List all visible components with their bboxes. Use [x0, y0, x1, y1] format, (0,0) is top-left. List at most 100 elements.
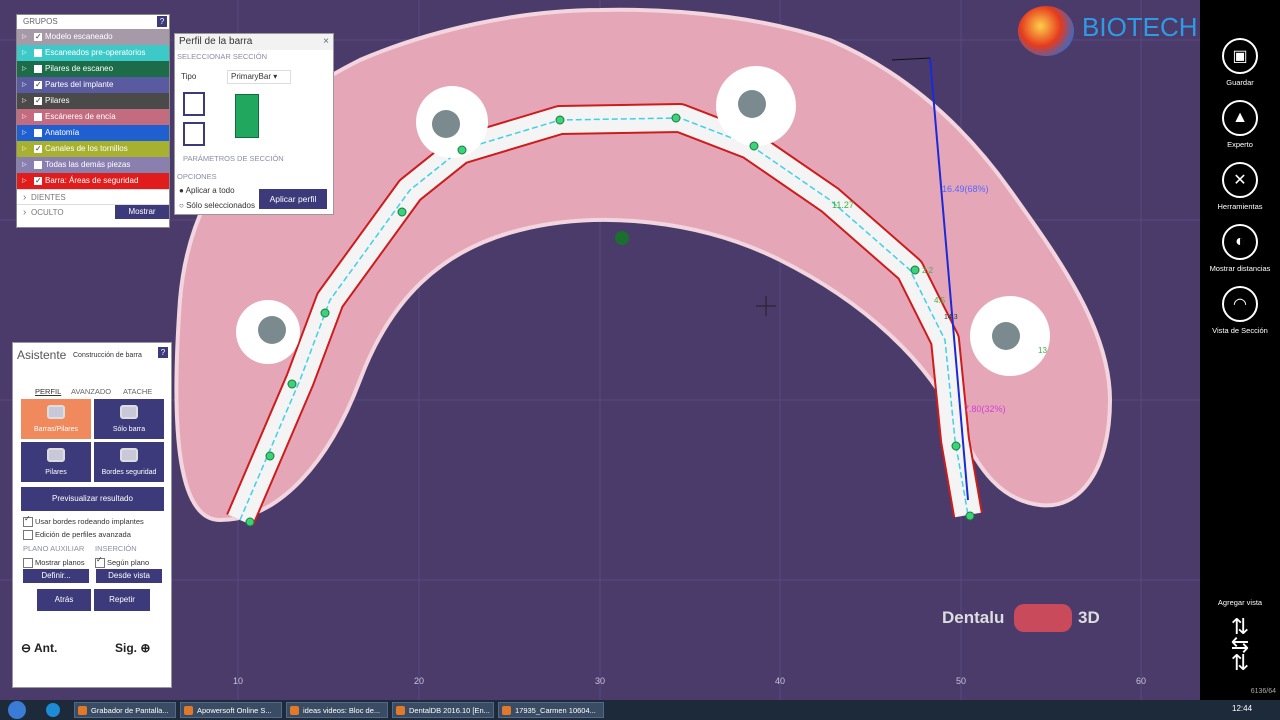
next-button[interactable]: Sig. ⊕: [115, 641, 150, 655]
help-button[interactable]: ?: [157, 16, 167, 27]
graduation-cap-icon: ▲: [1222, 100, 1258, 136]
group-checkbox[interactable]: [34, 49, 42, 57]
bar-section-preview[interactable]: [235, 94, 259, 138]
group-label: Anatomía: [45, 128, 80, 137]
group-checkbox[interactable]: [34, 141, 42, 157]
group-label: Escáneres de encía: [45, 112, 116, 121]
measure-label: 7.80(32%): [964, 404, 1006, 414]
definir-dropdown[interactable]: Definir...: [23, 569, 89, 583]
expand-icon[interactable]: ▷: [22, 157, 27, 173]
expand-icon[interactable]: ▷: [22, 93, 27, 109]
measure-label: 13: [1038, 346, 1047, 355]
apply-profile-button[interactable]: Aplicar perfil: [259, 189, 327, 209]
view-arrows-icon[interactable]: ⇅ ⇆ ⇅: [1200, 616, 1280, 674]
preview-button[interactable]: Previsualizar resultado: [21, 487, 164, 511]
expand-icon[interactable]: ▷: [22, 29, 27, 45]
axis-tick: 30: [595, 676, 606, 686]
group-item[interactable]: ▷ Escaneados pre-operatorios: [17, 45, 169, 61]
show-planes-checkbox[interactable]: Mostrar planos: [23, 558, 85, 568]
group-checkbox[interactable]: [34, 65, 42, 73]
taskbar-item[interactable]: 17935_Carmen 10604...: [498, 702, 604, 718]
group-item[interactable]: ▷ Barra: Áreas de seguridad: [17, 173, 169, 189]
help-button[interactable]: ?: [158, 347, 168, 358]
advanced-edit-checkbox[interactable]: Edición de perfiles avanzada: [23, 530, 131, 540]
measure-label: 4.5: [934, 296, 946, 305]
experto-button[interactable]: ▲ Experto: [1200, 100, 1280, 149]
group-checkbox[interactable]: [34, 77, 42, 93]
expand-icon[interactable]: ▷: [22, 77, 27, 93]
expand-icon[interactable]: ▷: [22, 125, 27, 141]
undo-button[interactable]: Atrás: [37, 589, 91, 611]
start-button[interactable]: [8, 701, 26, 719]
guardar-button[interactable]: ▣ Guardar: [1200, 38, 1280, 87]
group-checkbox[interactable]: [34, 93, 42, 109]
groups-title: GRUPOS: [23, 17, 58, 26]
expand-icon[interactable]: ▷: [22, 45, 27, 61]
group-label: Partes del implante: [45, 80, 114, 89]
selected-only-radio[interactable]: ○ Sólo seleccionados: [179, 201, 255, 210]
group-label: Pilares de escaneo: [45, 64, 114, 73]
tipo-value: PrimaryBar: [231, 72, 272, 81]
apply-all-radio[interactable]: ● Aplicar a todo: [179, 186, 235, 195]
bordes-seguridad-button[interactable]: Bordes seguridad: [94, 442, 164, 482]
expand-icon[interactable]: ▷: [22, 109, 27, 125]
taskbar-item[interactable]: DentalDB 2016.10 [En...: [392, 702, 494, 718]
mostrar-distancias-button[interactable]: ◐ Mostrar distancias: [1200, 224, 1280, 273]
group-item[interactable]: ▷ Modelo escaneado: [17, 29, 169, 45]
prev-label: Ant.: [33, 641, 58, 655]
tab-atache[interactable]: ATACHE: [123, 387, 152, 396]
profile-title: Perfil de la barra: [179, 36, 253, 47]
use-borders-checkbox[interactable]: Usar bordes rodeando implantes: [23, 514, 144, 527]
tipo-select[interactable]: PrimaryBar ▾: [227, 70, 291, 84]
groups-header[interactable]: GRUPOS?: [17, 15, 169, 29]
vista-seccion-label: Vista de Sección: [1212, 326, 1268, 335]
group-item[interactable]: ▷ Pilares de escaneo: [17, 61, 169, 77]
group-item[interactable]: ▷ Escáneres de encía: [17, 109, 169, 125]
params-label[interactable]: PARÁMETROS DE SECCIÓN: [183, 154, 284, 163]
ie-icon[interactable]: [46, 703, 60, 717]
apply-all-label: Aplicar a todo: [185, 186, 235, 195]
taskbar-item[interactable]: Apowersoft Online S...: [180, 702, 282, 718]
group-item[interactable]: ▷ Canales de los tornillos: [17, 141, 169, 157]
redo-button[interactable]: Repetir: [94, 589, 150, 611]
wizard-title: Asistente: [17, 348, 67, 362]
solo-barra-button[interactable]: Sólo barra: [94, 399, 164, 439]
close-icon[interactable]: ×: [323, 34, 329, 50]
section-label: SELECCIONAR SECCIÓN: [177, 52, 268, 61]
expand-icon[interactable]: ▷: [22, 61, 27, 77]
group-checkbox[interactable]: [34, 129, 42, 137]
new-file-icon[interactable]: [183, 92, 205, 116]
safety-border-icon: [120, 448, 138, 462]
vista-seccion-button[interactable]: ◠ Vista de Sección: [1200, 286, 1280, 335]
group-item[interactable]: ▷ Anatomía: [17, 125, 169, 141]
group-item[interactable]: ▷ Partes del implante: [17, 77, 169, 93]
tab-avanzado[interactable]: AVANZADO: [71, 387, 111, 396]
group-checkbox[interactable]: [34, 113, 42, 121]
pilares-button[interactable]: Pilares: [21, 442, 91, 482]
axis-tick: 20: [414, 676, 425, 686]
save-profile-icon[interactable]: [183, 122, 205, 146]
oculto-section[interactable]: OCULTO Mostrar: [17, 204, 169, 220]
barras-pilares-button[interactable]: Barras/Pilares: [21, 399, 91, 439]
desde-vista-button[interactable]: Desde vista: [96, 569, 162, 583]
group-item[interactable]: ▷ Todas las demás piezas: [17, 157, 169, 173]
expand-icon[interactable]: ▷: [22, 141, 27, 157]
group-checkbox[interactable]: [34, 173, 42, 189]
herramientas-label: Herramientas: [1217, 202, 1263, 211]
dientes-section[interactable]: DIENTES: [17, 189, 169, 205]
taskbar-item[interactable]: ideas videos: Bloc de...: [286, 702, 388, 718]
group-item[interactable]: ▷ Pilares: [17, 93, 169, 109]
prev-button[interactable]: ⊖ Ant.: [21, 641, 57, 655]
group-checkbox[interactable]: [34, 29, 42, 45]
taskbar-item[interactable]: Grabador de Pantalla...: [74, 702, 176, 718]
herramientas-button[interactable]: ✕ Herramientas: [1200, 162, 1280, 211]
agregar-vista-label: Agregar vista: [1217, 598, 1263, 607]
group-checkbox[interactable]: [34, 161, 42, 169]
expand-icon[interactable]: ▷: [22, 173, 27, 189]
mostrar-button[interactable]: Mostrar: [115, 205, 169, 219]
segun-plano-checkbox[interactable]: Según plano: [95, 555, 149, 568]
groups-panel: GRUPOS? ▷ Modelo escaneado ▷ Escaneados pre…: [16, 14, 170, 228]
tab-perfil[interactable]: PERFIL: [35, 387, 61, 396]
counter-label: 6136/64: [1250, 688, 1276, 695]
bar-icon: [120, 405, 138, 419]
